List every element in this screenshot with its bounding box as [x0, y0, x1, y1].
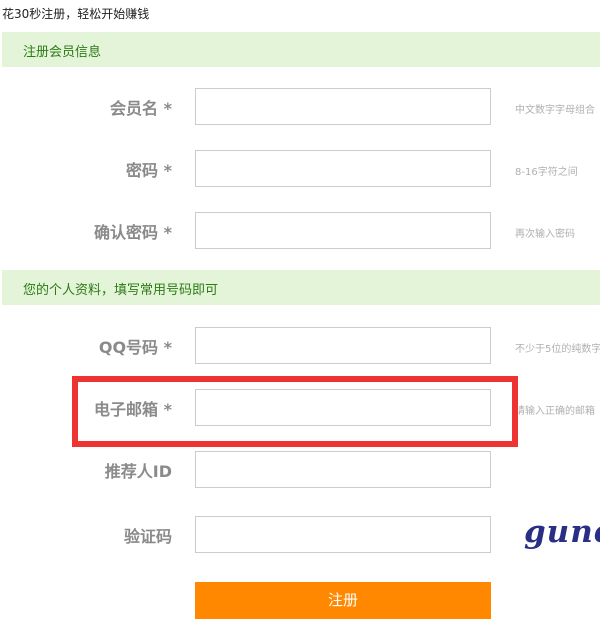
account-info-section-header: 注册会员信息	[2, 32, 600, 67]
confirm-password-hint: 再次输入密码	[515, 229, 575, 240]
email-highlight-box	[72, 376, 518, 447]
captcha-label: 验证码	[123, 527, 172, 546]
page-intro-text: 花30秒注册，轻松开始赚钱	[2, 7, 150, 21]
confirm-password-input[interactable]	[195, 212, 491, 249]
confirm-password-label: 确认密码 *	[94, 223, 172, 242]
profile-section-title: 您的个人资料，填写常用号码即可	[23, 283, 219, 298]
password-label: 密码 *	[126, 161, 172, 180]
registration-page: 花30秒注册，轻松开始赚钱 注册会员信息 会员名 * 中文数字字母组合 密码 *…	[0, 0, 600, 636]
referrer-label: 推荐人ID	[104, 462, 172, 481]
profile-section-header: 您的个人资料，填写常用号码即可	[2, 270, 600, 305]
username-label: 会员名 *	[110, 99, 172, 118]
captcha-image[interactable]: gune	[524, 514, 600, 550]
username-input[interactable]	[195, 88, 491, 125]
password-hint: 8-16字符之间	[515, 167, 578, 178]
qq-hint: 不少于5位的纯数字	[515, 344, 600, 355]
register-button[interactable]: 注册	[195, 582, 491, 619]
qq-input[interactable]	[195, 327, 491, 364]
username-hint: 中文数字字母组合	[515, 105, 595, 116]
captcha-input[interactable]	[195, 516, 491, 553]
referrer-input[interactable]	[195, 451, 491, 488]
password-input[interactable]	[195, 150, 491, 187]
qq-label: QQ号码 *	[98, 338, 172, 357]
email-hint: 请输入正确的邮箱	[515, 406, 595, 417]
account-info-section-title: 注册会员信息	[23, 45, 102, 60]
